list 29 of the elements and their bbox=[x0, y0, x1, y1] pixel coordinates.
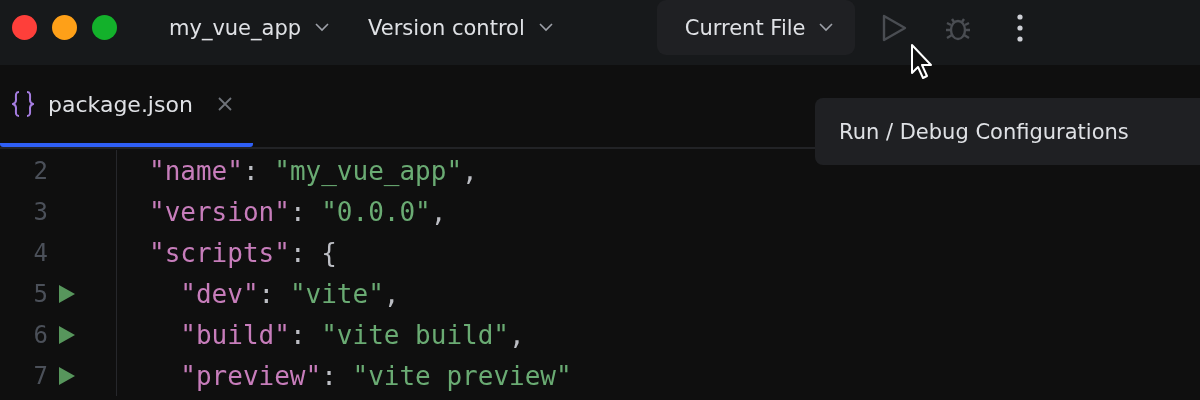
close-window-button[interactable] bbox=[12, 15, 37, 40]
run-gutter-icon[interactable] bbox=[58, 324, 76, 345]
code-line: "dev": "vite", bbox=[180, 278, 400, 309]
chevron-down-icon bbox=[819, 23, 834, 32]
run-configuration-dropdown[interactable]: Current File bbox=[656, 0, 856, 55]
line-number: 5 bbox=[32, 279, 48, 308]
code-line: "scripts": { bbox=[149, 237, 337, 268]
chevron-down-icon bbox=[538, 23, 553, 32]
line-number: 4 bbox=[32, 238, 48, 267]
version-control-dropdown[interactable]: Version control bbox=[368, 0, 553, 55]
code-line: "version": "0.0.0", bbox=[149, 196, 447, 227]
zoom-window-button[interactable] bbox=[92, 15, 117, 40]
more-icon bbox=[1017, 13, 1024, 42]
line-number: 3 bbox=[32, 197, 48, 226]
play-icon bbox=[881, 13, 908, 42]
line-number: 7 bbox=[32, 361, 48, 390]
code-line: "preview": "vite preview" bbox=[180, 360, 572, 391]
run-gutter-icon[interactable] bbox=[58, 365, 76, 386]
line-number: 6 bbox=[32, 320, 48, 349]
minimize-window-button[interactable] bbox=[52, 15, 77, 40]
tooltip: Run / Debug Configurations bbox=[815, 98, 1200, 165]
code-line: "name": "my_vue_app", bbox=[149, 155, 478, 186]
chevron-down-icon bbox=[315, 23, 330, 32]
run-gutter-icon[interactable] bbox=[58, 283, 76, 304]
line-number: 2 bbox=[32, 156, 48, 185]
braces-icon bbox=[12, 91, 34, 117]
close-icon[interactable] bbox=[216, 96, 233, 112]
code-line: "build": "vite build", bbox=[180, 319, 525, 350]
project-dropdown[interactable]: my_vue_app bbox=[169, 0, 330, 55]
